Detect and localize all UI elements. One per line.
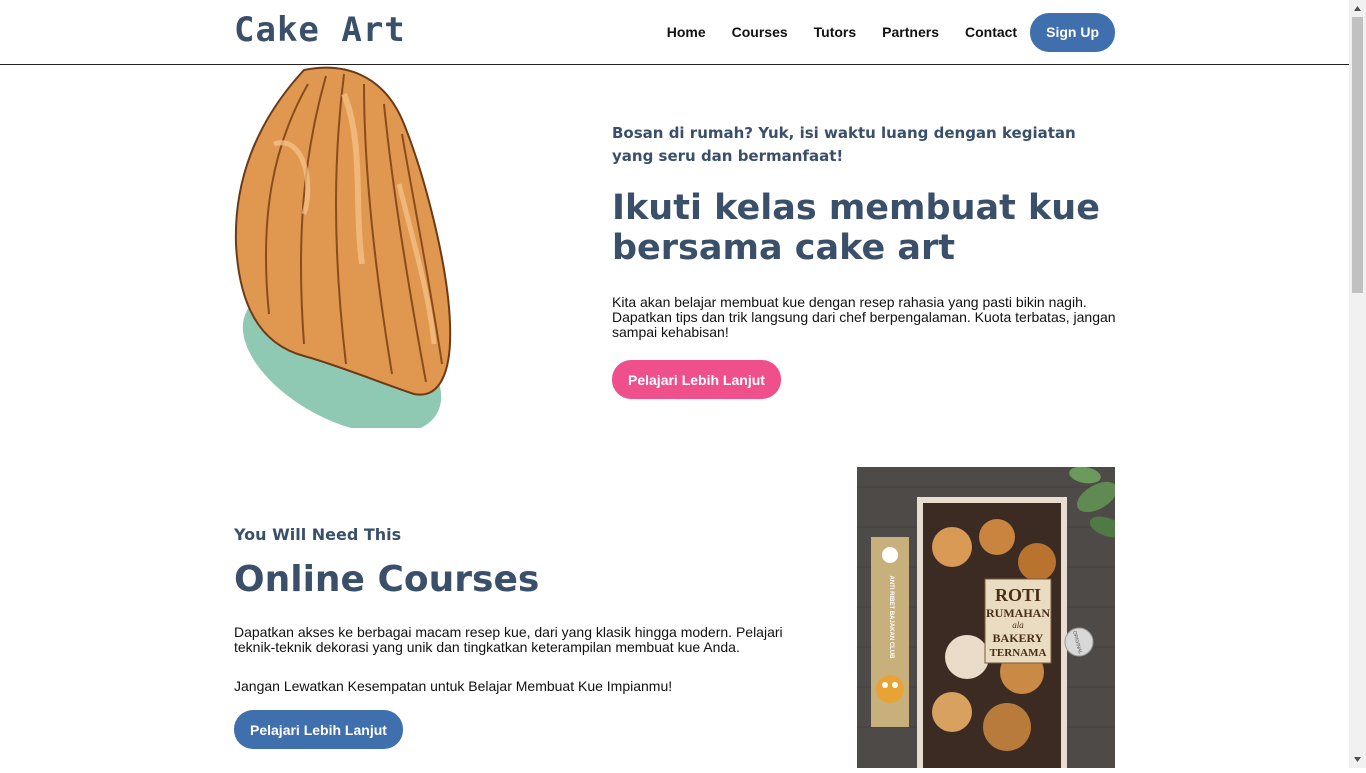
sign-up-button[interactable]: Sign Up	[1030, 12, 1115, 52]
hero-learn-more-button[interactable]: Pelajari Lebih Lanjut	[612, 360, 781, 399]
book-title-2: RUMAHAN	[986, 606, 1050, 620]
nav-courses[interactable]: Courses	[732, 24, 788, 40]
nav-tutors[interactable]: Tutors	[814, 24, 857, 40]
scrollbar-thumb[interactable]	[1352, 17, 1363, 293]
courses-learn-more-button[interactable]: Pelajari Lebih Lanjut	[234, 710, 403, 749]
courses-eyebrow: You Will Need This	[234, 525, 402, 544]
hero-title: Ikuti kelas membuat kue bersama cake art	[612, 188, 1100, 268]
site-header: Cake Art Home Courses Tutors Partners Co…	[0, 0, 1349, 65]
courses-text: You Will Need This Online Courses Dapatk…	[234, 525, 824, 749]
nav-partners[interactable]: Partners	[882, 24, 939, 40]
hero-text: Bosan di rumah? Yuk, isi waktu luang den…	[612, 122, 1117, 399]
main-nav: Home Courses Tutors Partners Contact Sig…	[667, 12, 1115, 52]
nav-home[interactable]: Home	[667, 24, 706, 40]
book-title-3: ala	[1012, 620, 1024, 630]
croissant-illustration	[234, 66, 452, 428]
book-title-4: BAKERY	[993, 631, 1044, 645]
courses-title: Online Courses	[234, 559, 540, 600]
hero-description: Kita akan belajar membuat kue dengan res…	[612, 294, 1116, 340]
hero-subtitle: Bosan di rumah? Yuk, isi waktu luang den…	[612, 124, 1076, 165]
bookmark-text: ANTI RIBET BAJAKAN CLUB	[888, 576, 894, 660]
page-scrollbar[interactable]	[1349, 0, 1366, 768]
nav-contact[interactable]: Contact	[965, 24, 1017, 40]
book-title-1: ROTI	[995, 585, 1041, 605]
courses-description: Dapatkan akses ke berbagai macam resep k…	[234, 624, 783, 655]
courses-note: Jangan Lewatkan Kesempatan untuk Belajar…	[234, 678, 673, 694]
book-title-5: TERNAMA	[990, 647, 1047, 659]
book-cover-image: ROTI RUMAHAN ala BAKERY TERNAMA ANTI RIB…	[857, 467, 1115, 768]
scroll-down-arrow-icon[interactable]	[1349, 751, 1366, 768]
logo[interactable]: Cake Art	[234, 10, 406, 50]
scroll-up-arrow-icon[interactable]	[1349, 0, 1366, 17]
